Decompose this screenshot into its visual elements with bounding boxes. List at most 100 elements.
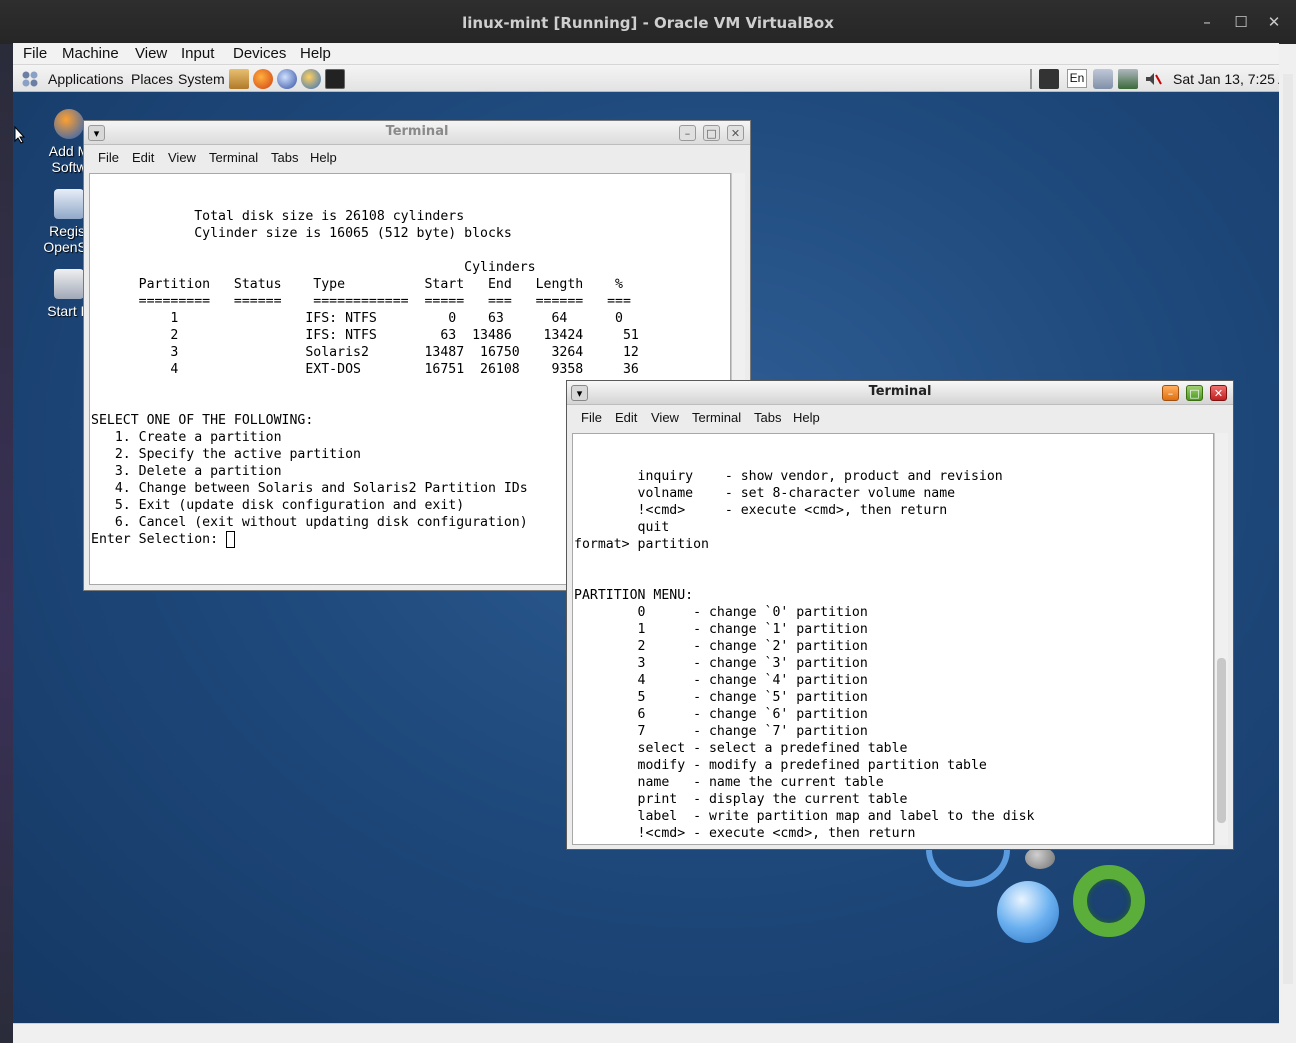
terminal-front-scrollbar[interactable] bbox=[1214, 433, 1228, 845]
host-background-strip bbox=[0, 44, 13, 1043]
keyboard-layout-indicator[interactable]: En bbox=[1067, 69, 1087, 88]
host-menu-help[interactable]: Help bbox=[300, 45, 331, 62]
terminal-output-line: modify - modify a predefined partition t… bbox=[574, 758, 987, 773]
terminal-output-line: 4 - change `4' partition bbox=[574, 673, 868, 688]
vm-screen[interactable]: Applications Places System En Sat Jan 13… bbox=[13, 65, 1279, 1023]
applications-menu-icon[interactable] bbox=[21, 70, 39, 88]
terminal-back-menubar: File Edit View Terminal Tabs Help bbox=[84, 145, 750, 171]
terminal-output-line bbox=[574, 570, 1213, 587]
terminal-output-line: inquiry - show vendor, product and revis… bbox=[574, 469, 1003, 484]
package-installer-icon bbox=[54, 109, 84, 139]
host-menu-machine[interactable]: Machine bbox=[62, 45, 119, 62]
menu-edit[interactable]: Edit bbox=[132, 150, 154, 165]
terminal-output-line: 3 - change `3' partition bbox=[574, 656, 868, 671]
terminal-output-line: PARTITION MENU: bbox=[574, 588, 694, 603]
terminal-cursor bbox=[225, 531, 235, 548]
panel-separator bbox=[1030, 69, 1032, 89]
scrollbar-thumb[interactable] bbox=[1217, 658, 1226, 823]
host-vertical-scrollbar[interactable] bbox=[1279, 44, 1296, 1043]
menu-tabs[interactable]: Tabs bbox=[754, 410, 781, 425]
volume-muted-icon[interactable] bbox=[1143, 69, 1163, 89]
wallpaper-orb bbox=[1025, 847, 1055, 869]
terminal-front-title: Terminal bbox=[868, 384, 932, 399]
panel-clock[interactable]: Sat Jan 13, 7:25 A bbox=[1173, 71, 1279, 87]
host-window-title: linux-mint [Running] - Oracle VM Virtual… bbox=[462, 14, 834, 32]
maximize-button[interactable]: □ bbox=[703, 125, 720, 141]
menu-help[interactable]: Help bbox=[310, 150, 337, 165]
host-menu-view[interactable]: View bbox=[135, 45, 167, 62]
host-minimize-button[interactable]: – bbox=[1197, 12, 1217, 32]
start-here-icon bbox=[54, 269, 84, 299]
terminal-back-title: Terminal bbox=[385, 124, 449, 139]
menu-terminal[interactable]: Terminal bbox=[692, 410, 741, 425]
host-menu-devices[interactable]: Devices bbox=[233, 45, 286, 62]
host-menu-input[interactable]: Input bbox=[181, 45, 214, 62]
close-button[interactable]: ✕ bbox=[727, 125, 744, 141]
terminal-output-line: quit bbox=[574, 520, 670, 535]
terminal-output-line: Partition Status Type Start End Length % bbox=[91, 277, 623, 292]
terminal-output-line bbox=[91, 242, 730, 259]
terminal-output-line: 4 EXT-DOS 16751 26108 9358 36 bbox=[91, 362, 639, 377]
mouse-pointer-icon bbox=[14, 126, 26, 144]
terminal-back-titlebar[interactable]: ▾ Terminal – □ ✕ bbox=[84, 121, 750, 145]
terminal-front-titlebar[interactable]: ▾ Terminal – □ ✕ bbox=[567, 381, 1233, 405]
network-icon[interactable] bbox=[1118, 69, 1138, 89]
menu-file[interactable]: File bbox=[98, 150, 119, 165]
menu-tabs[interactable]: Tabs bbox=[271, 150, 298, 165]
registration-icon bbox=[54, 189, 84, 219]
terminal-output-line: 1 IFS: NTFS 0 63 64 0 bbox=[91, 311, 623, 326]
terminal-output-line: ========= ====== ============ ===== === … bbox=[91, 294, 631, 309]
guest-menu-system[interactable]: System bbox=[178, 71, 225, 87]
menu-view[interactable]: View bbox=[168, 150, 196, 165]
minimize-button[interactable]: – bbox=[679, 125, 696, 141]
guest-top-panel: Applications Places System En Sat Jan 13… bbox=[13, 65, 1279, 92]
terminal-output-line: 0 - change `0' partition bbox=[574, 605, 868, 620]
terminal-output-line: Cylinder size is 16065 (512 byte) blocks bbox=[91, 226, 512, 241]
firefox-icon[interactable] bbox=[253, 69, 273, 89]
terminal-window-front[interactable]: ▾ Terminal – □ ✕ File Edit View Terminal… bbox=[566, 380, 1234, 850]
menu-file[interactable]: File bbox=[581, 410, 602, 425]
host-menu-file[interactable]: File bbox=[23, 45, 47, 62]
menu-terminal[interactable]: Terminal bbox=[209, 150, 258, 165]
host-titlebar[interactable]: linux-mint [Running] - Oracle VM Virtual… bbox=[0, 0, 1296, 44]
terminal-front-output[interactable]: inquiry - show vendor, product and revis… bbox=[572, 433, 1214, 845]
guest-menu-places[interactable]: Places bbox=[131, 71, 173, 87]
terminal-prompt: Enter Selection: bbox=[91, 532, 226, 547]
terminal-output-line: 1 - change `1' partition bbox=[574, 622, 868, 637]
close-button[interactable]: ✕ bbox=[1210, 385, 1227, 401]
guest-menu-applications[interactable]: Applications bbox=[48, 71, 124, 87]
maximize-button[interactable]: □ bbox=[1186, 385, 1203, 401]
terminal-output-line: name - name the current table bbox=[574, 775, 884, 790]
menu-view[interactable]: View bbox=[651, 410, 679, 425]
terminal-output-line bbox=[574, 553, 1213, 570]
terminal-output-line: select - select a predefined table bbox=[574, 741, 908, 756]
terminal-output-line: 6 - change `6' partition bbox=[574, 707, 868, 722]
host-close-button[interactable]: ✕ bbox=[1264, 12, 1284, 32]
terminal-output-line: label - write partition map and label to… bbox=[574, 809, 1035, 824]
menu-help[interactable]: Help bbox=[793, 410, 820, 425]
terminal-output-line: Total disk size is 26108 cylinders bbox=[91, 209, 465, 224]
mail-client-icon[interactable] bbox=[277, 69, 297, 89]
terminal-output-line: 2 IFS: NTFS 63 13486 13424 51 bbox=[91, 328, 639, 343]
terminal-output-line: volname - set 8-character volume name bbox=[574, 486, 956, 501]
wallpaper-orb bbox=[997, 881, 1059, 943]
host-status-bar bbox=[13, 1023, 1279, 1043]
terminal-output-line: 7 - change `7' partition bbox=[574, 724, 868, 739]
minimize-button[interactable]: – bbox=[1162, 385, 1179, 401]
terminal-output-line: 2 - change `2' partition bbox=[574, 639, 868, 654]
terminal-output-line: format> partition bbox=[574, 537, 709, 552]
host-maximize-button[interactable]: ☐ bbox=[1231, 12, 1251, 32]
terminal-output-line: !<cmd> - execute <cmd>, then return bbox=[574, 503, 948, 518]
terminal-output-line: Cylinders bbox=[91, 260, 536, 275]
media-player-icon[interactable] bbox=[301, 69, 321, 89]
host-menubar: File Machine View Input Devices Help bbox=[13, 43, 1279, 65]
terminal-output-line: 3 Solaris2 13487 16750 3264 12 bbox=[91, 345, 639, 360]
system-monitor-icon[interactable] bbox=[1039, 69, 1059, 89]
terminal-launcher-icon[interactable] bbox=[325, 69, 345, 89]
home-folder-icon[interactable] bbox=[229, 69, 249, 89]
clipboard-icon[interactable] bbox=[1093, 69, 1113, 89]
terminal-output-line: quit bbox=[574, 842, 1213, 844]
wallpaper-orb bbox=[1073, 865, 1145, 937]
menu-edit[interactable]: Edit bbox=[615, 410, 637, 425]
host-scrollbar-track[interactable] bbox=[1283, 74, 1293, 984]
